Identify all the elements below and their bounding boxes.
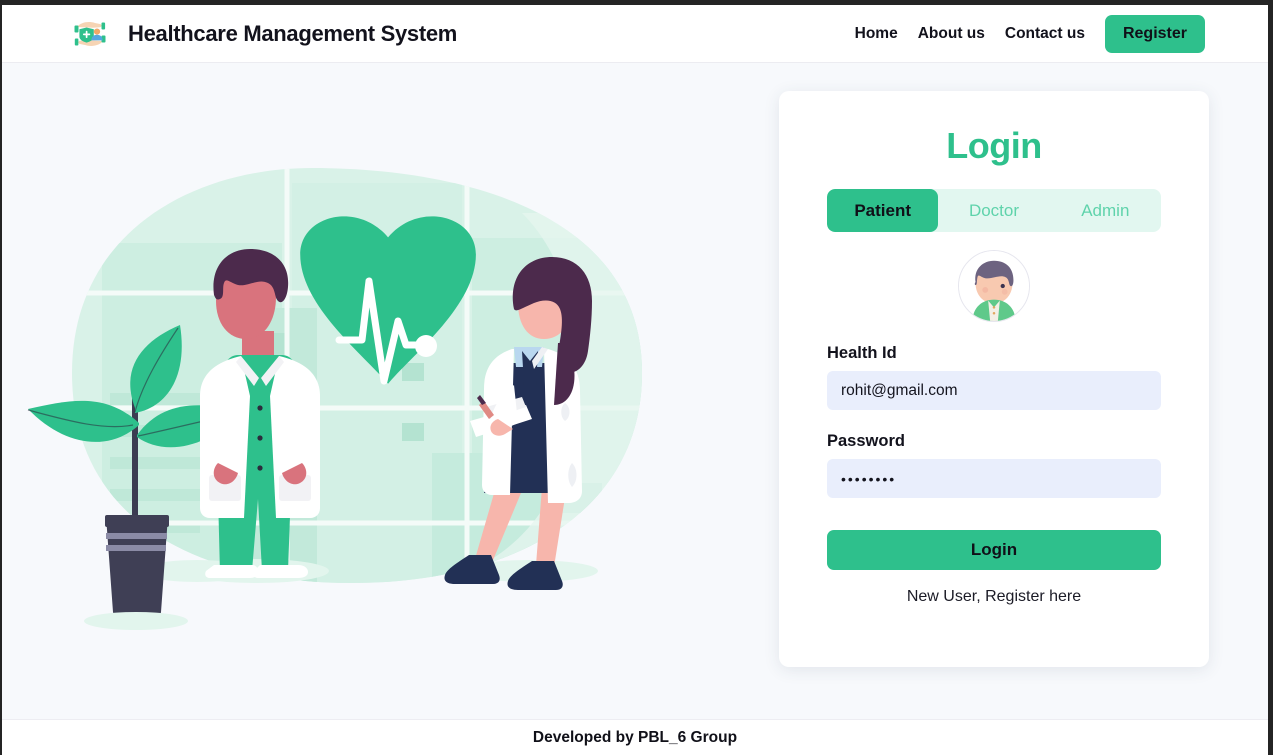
page-title: Login	[946, 125, 1042, 166]
avatar-wrap	[827, 250, 1161, 322]
tab-admin[interactable]: Admin	[1050, 189, 1161, 232]
health-id-input[interactable]	[827, 371, 1161, 410]
user-avatar-icon	[958, 250, 1030, 322]
main-nav: Home About us Contact us Register	[855, 14, 1205, 53]
page-root: Healthcare Management System Home About …	[0, 0, 1273, 755]
password-label: Password	[827, 432, 905, 450]
brand[interactable]: Healthcare Management System	[70, 14, 457, 54]
nav-link-about-us[interactable]: About us	[918, 25, 985, 43]
healthcare-doctors-illustration	[2, 63, 742, 663]
tab-patient[interactable]: Patient	[827, 189, 939, 232]
nav-link-contact-us[interactable]: Contact us	[1005, 25, 1085, 43]
login-card: Login Patient Doctor Admin Health Id roh…	[779, 91, 1209, 667]
password-input[interactable]	[827, 459, 1161, 498]
brand-title: Healthcare Management System	[128, 20, 458, 46]
site-header: Healthcare Management System Home About …	[2, 5, 1268, 63]
hands-shield-care-icon	[70, 14, 110, 54]
site-footer: Developed by PBL_6 Group	[2, 719, 1268, 755]
nav-link-home[interactable]: Home	[855, 25, 898, 43]
register-button[interactable]: Register	[1104, 14, 1205, 53]
footer-credit: Developed by PBL_6 Group	[532, 728, 738, 746]
login-button[interactable]: Login	[827, 530, 1161, 570]
role-tabs: Patient Doctor Admin	[827, 189, 1161, 232]
health-id-label: Health Id	[827, 344, 897, 362]
tab-doctor[interactable]: Doctor	[938, 189, 1049, 232]
register-here-link[interactable]: New User, Register here	[827, 588, 1161, 606]
